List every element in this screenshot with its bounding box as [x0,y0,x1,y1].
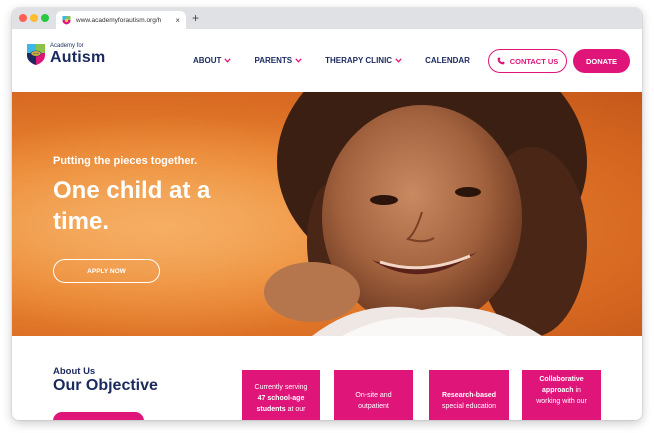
nav-item-label: THERAPY CLINIC [325,56,393,65]
contact-us-label: CONTACT US [509,56,559,66]
donate-label: DONATE [585,56,618,66]
nav-item-parents[interactable]: PARENTS [254,56,302,65]
site-header: Academy for Autism ABOUT PARENTS THERAPY… [12,29,642,92]
new-tab-button[interactable]: + [192,11,199,25]
hero-tagline: Putting the pieces together. [53,155,198,167]
nav-item-therapy-clinic[interactable]: THERAPY CLINIC [325,56,402,65]
tab-title: www.academyforautism.org/h [76,16,162,24]
chevron-down-icon [224,58,232,63]
objective-card-research: Research-based special education [429,370,509,420]
phone-icon [497,57,505,65]
logo-tagline: Academy for [50,42,84,49]
hero-banner: Putting the pieces together. One child a… [12,92,642,336]
card-text: at our [287,406,306,413]
minimize-window-button[interactable] [30,14,38,22]
apply-now-button[interactable]: APPLY NOW [53,259,160,283]
browser-tab-bar: www.academyforautism.org/h × + [12,8,642,29]
objective-card-onsite: On-site and outpatient [334,370,413,420]
nav-item-label: CALENDAR [425,56,470,65]
card-text: Currently serving [254,384,308,391]
maximize-window-button[interactable] [41,14,49,22]
main-nav: ABOUT PARENTS THERAPY CLINIC CALENDAR [193,29,493,92]
browser-tab[interactable]: www.academyforautism.org/h × [56,11,186,29]
section-title: Our Objective [53,377,158,394]
nav-item-label: ABOUT [193,56,222,65]
card-text: On-site and outpatient [355,392,392,410]
nav-item-calendar[interactable]: CALENDAR [425,56,470,65]
hero-text: Putting the pieces together. One child a… [53,155,243,237]
close-icon[interactable]: × [175,16,180,25]
chevron-down-icon [395,58,402,63]
card-text: special education [441,403,497,410]
logo-wordmark: Autism [50,48,106,66]
nav-item-label: PARENTS [254,56,293,65]
hero-headline: One child at a time. [53,177,211,235]
site-logo[interactable]: Academy for Autism [26,42,105,66]
chevron-down-icon [295,58,302,63]
apply-now-label: APPLY NOW [87,267,126,275]
section-kicker: About Us [53,366,96,377]
about-section: About Us Our Objective Currently serving… [12,336,642,420]
close-window-button[interactable] [19,14,27,22]
objective-card-collaborative: Collaborative approach in working with o… [522,370,601,420]
card-highlight: Research-based [441,392,497,399]
nav-item-about[interactable]: ABOUT [193,56,232,65]
logo-puzzle-icon [27,44,45,65]
browser-window: www.academyforautism.org/h × + Academy f… [12,8,642,420]
objective-card-students: Currently serving 47 school-age students… [242,370,320,420]
donate-button[interactable]: DONATE [573,49,630,73]
contact-us-button[interactable]: CONTACT US [488,49,567,73]
favicon-icon [62,15,71,25]
about-cta-button[interactable] [53,412,144,420]
